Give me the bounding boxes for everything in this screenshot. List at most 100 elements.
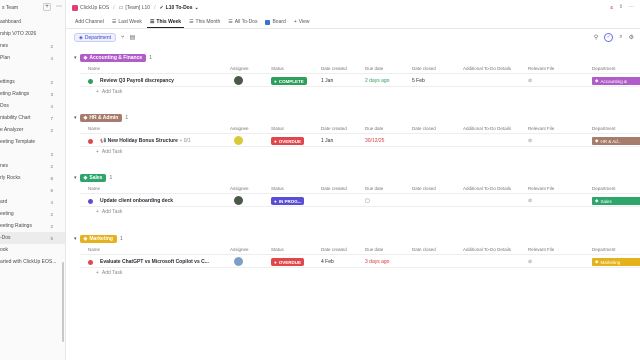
sidebar-item[interactable]: 3 bbox=[0, 148, 65, 160]
sidebar-item[interactable]: ook bbox=[0, 244, 65, 256]
table-row[interactable]: Review Q3 Payroll discrepancy ● COMPLETE… bbox=[80, 73, 640, 87]
status-dot-icon[interactable] bbox=[88, 259, 93, 265]
column-header[interactable]: Assignee bbox=[230, 126, 249, 131]
attachment-icon[interactable]: ⊘ bbox=[528, 138, 532, 144]
date-created[interactable]: 1 Jan bbox=[321, 138, 333, 144]
add-task-button[interactable]: + Add Task bbox=[96, 89, 122, 95]
avatar[interactable] bbox=[234, 136, 243, 145]
column-header[interactable]: Relevant File bbox=[528, 186, 554, 191]
attachment-icon[interactable]: ⊘ bbox=[528, 259, 532, 265]
column-header[interactable]: Relevant File bbox=[528, 126, 554, 131]
sidebar-item[interactable]: eting Ratings 3 bbox=[0, 88, 65, 100]
column-header[interactable]: Date closed bbox=[412, 66, 436, 71]
tab-add-channel[interactable]: Add Channel bbox=[72, 17, 107, 28]
breadcrumb-workspace[interactable]: ClickUp EOS bbox=[72, 5, 109, 11]
sidebar-item[interactable]: Dos 4 bbox=[0, 100, 65, 112]
sidebar-item[interactable]: ard 4 bbox=[0, 196, 65, 208]
table-row[interactable]: Update client onboarding deck ● IN PROG.… bbox=[80, 193, 640, 207]
subtasks-icon[interactable]: ⑂ bbox=[121, 35, 125, 41]
column-header[interactable]: Due date bbox=[365, 66, 383, 71]
task-name[interactable]: Review Q3 Payroll discrepancy bbox=[100, 78, 174, 84]
status-badge[interactable]: ● COMPLETE bbox=[271, 77, 307, 85]
tab-this-month[interactable]: ☰ This Month bbox=[186, 17, 223, 28]
group-header[interactable]: ▾ ◆ Accounting & Finance 1 bbox=[74, 52, 152, 63]
sidebar-item[interactable]: ntability Chart 7 bbox=[0, 112, 65, 124]
avatar[interactable] bbox=[234, 257, 243, 266]
column-header[interactable]: Relevant File bbox=[528, 66, 554, 71]
column-header[interactable]: Date closed bbox=[412, 186, 436, 191]
column-header[interactable]: Due date bbox=[365, 126, 383, 131]
more-icon[interactable]: ⋯ bbox=[629, 4, 634, 10]
column-header[interactable]: Date closed bbox=[412, 126, 436, 131]
column-header[interactable]: Status bbox=[271, 186, 284, 191]
calendar-icon[interactable]: ▢ bbox=[365, 198, 370, 204]
sidebar-item[interactable]: e Analyzer 2 bbox=[0, 124, 65, 136]
department-tag[interactable]: ◆ HR & Ad... bbox=[592, 137, 640, 145]
notification-badge[interactable]: 4 bbox=[610, 5, 613, 10]
sidebar-item[interactable]: ettings 2 bbox=[0, 76, 65, 88]
chevron-down-icon[interactable]: ▾ bbox=[74, 175, 77, 181]
department-tag[interactable]: ◆ Marketing bbox=[592, 258, 640, 266]
sidebar-item[interactable]: eeting Template bbox=[0, 136, 65, 148]
tab-add-view[interactable]: + View bbox=[291, 17, 313, 28]
more-icon[interactable]: ⋯ bbox=[56, 3, 62, 10]
sidebar-item[interactable]: eeting Ratings 2 bbox=[0, 220, 65, 232]
add-task-button[interactable]: + Add Task bbox=[96, 149, 122, 155]
closed-tasks-toggle[interactable]: ✓ bbox=[604, 33, 614, 42]
tab-board[interactable]: Board bbox=[262, 17, 288, 28]
due-date[interactable]: 3 days ago bbox=[365, 259, 389, 265]
chevron-down-icon[interactable]: ▾ bbox=[74, 236, 77, 242]
group-header[interactable]: ▾ ◆ Marketing 1 bbox=[74, 233, 123, 244]
status-dot-icon[interactable] bbox=[88, 78, 93, 84]
sidebar-item[interactable]: Plan 4 bbox=[0, 52, 65, 64]
column-header[interactable]: Additional To-Do Details bbox=[463, 186, 511, 191]
task-name[interactable]: Update client onboarding deck bbox=[100, 198, 173, 204]
sidebar-item[interactable]: rly Rocks 8 bbox=[0, 172, 65, 184]
date-created[interactable]: 1 Jan bbox=[321, 78, 333, 84]
breadcrumb-folder[interactable]: ▭ [Team] L10 bbox=[119, 5, 150, 11]
column-header[interactable]: Name bbox=[88, 66, 100, 71]
group-header[interactable]: ▾ ◆ Sales 1 bbox=[74, 172, 112, 183]
table-row[interactable]: 📢 New Holiday Bonus Structure ⑂ 0/1 ● OV… bbox=[80, 133, 640, 147]
date-created[interactable]: 4 Feb bbox=[321, 259, 334, 265]
attachment-icon[interactable]: ⊘ bbox=[528, 78, 532, 84]
column-header[interactable]: Department bbox=[592, 247, 616, 252]
sidebar-scrollbar[interactable] bbox=[62, 262, 64, 342]
avatar[interactable] bbox=[234, 196, 243, 205]
date-closed[interactable]: 5 Feb bbox=[412, 78, 425, 84]
attachment-icon[interactable]: ⊘ bbox=[528, 198, 532, 204]
column-header[interactable]: Date created bbox=[321, 126, 347, 131]
chevron-down-icon[interactable]: ▾ bbox=[74, 115, 77, 121]
add-icon[interactable]: + bbox=[43, 3, 51, 11]
status-dot-icon[interactable] bbox=[88, 138, 93, 144]
column-header[interactable]: Department bbox=[592, 186, 616, 191]
column-header[interactable]: Due date bbox=[365, 247, 383, 252]
sidebar-item[interactable] bbox=[0, 64, 65, 76]
column-header[interactable]: Name bbox=[88, 247, 100, 252]
sidebar-item[interactable]: eeting 2 bbox=[0, 208, 65, 220]
group-by-button[interactable]: ◈ Department bbox=[74, 33, 116, 42]
share-icon[interactable]: ⇪ bbox=[619, 4, 623, 10]
avatar[interactable] bbox=[234, 76, 243, 85]
column-header[interactable]: Assignee bbox=[230, 66, 249, 71]
column-header[interactable]: Additional To-Do Details bbox=[463, 66, 511, 71]
sidebar-item[interactable]: -Dos 5 bbox=[0, 232, 65, 244]
column-header[interactable]: Assignee bbox=[230, 186, 249, 191]
column-header[interactable]: Assignee bbox=[230, 247, 249, 252]
due-date[interactable]: 2 days ago bbox=[365, 78, 389, 84]
columns-icon[interactable]: ▤ bbox=[130, 34, 136, 41]
column-header[interactable]: Department bbox=[592, 66, 616, 71]
department-tag[interactable]: ◆ Accounting & bbox=[592, 77, 640, 85]
sidebar-item[interactable]: nes 2 bbox=[0, 40, 65, 52]
column-header[interactable]: Additional To-Do Details bbox=[463, 126, 511, 131]
column-header[interactable]: Name bbox=[88, 126, 100, 131]
breadcrumb-list[interactable]: ✓ L10 To-Dos ⌄ bbox=[159, 5, 198, 11]
table-row[interactable]: Evaluate ChatGPT vs Microsoft Copilot vs… bbox=[80, 254, 640, 268]
column-header[interactable]: Status bbox=[271, 247, 284, 252]
column-header[interactable]: Additional To-Do Details bbox=[463, 247, 511, 252]
tab-last-week[interactable]: ☰ Last Week bbox=[109, 17, 145, 28]
due-date[interactable]: 30/12/25 bbox=[365, 138, 384, 144]
column-header[interactable]: Date created bbox=[321, 247, 347, 252]
column-header[interactable]: Due date bbox=[365, 186, 383, 191]
column-header[interactable]: Date created bbox=[321, 66, 347, 71]
